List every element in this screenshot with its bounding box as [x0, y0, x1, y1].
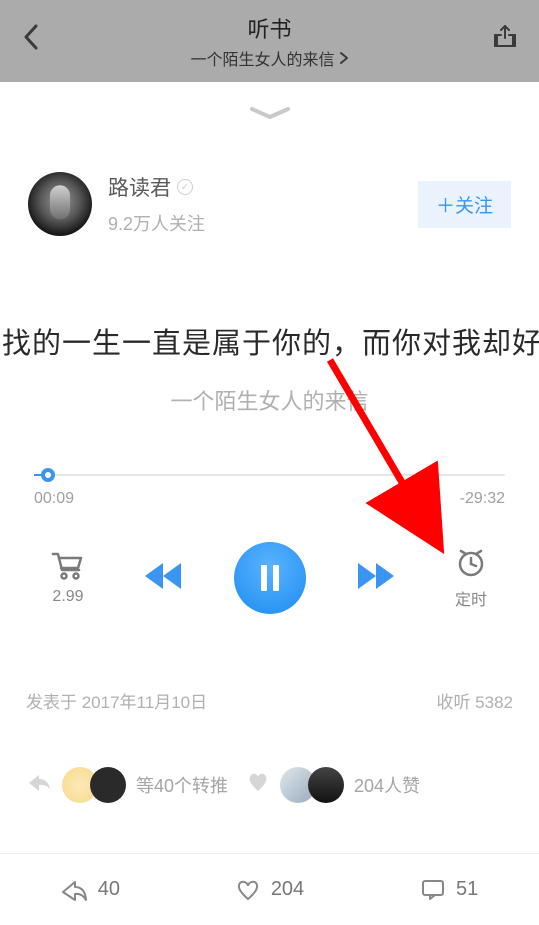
repost-count[interactable]: 等40个转推 [136, 772, 228, 798]
pause-icon [258, 563, 282, 593]
heart-icon[interactable] [246, 771, 270, 799]
nav-subtitle-row[interactable]: 一个陌生女人的来信 [190, 46, 348, 70]
heart-outline-icon [235, 878, 261, 902]
share-button[interactable] [491, 22, 519, 55]
bottom-like-count: 204 [271, 878, 304, 901]
follow-label: 关注 [455, 196, 493, 217]
chevron-down-icon [246, 106, 294, 120]
purchase-button[interactable]: 2.99 [42, 550, 94, 606]
track-subtitle: 一个陌生女人的来信 [0, 384, 539, 416]
nav-subtitle: 一个陌生女人的来信 [190, 46, 334, 70]
forward-button[interactable] [352, 559, 398, 598]
like-count[interactable]: 204人赞 [354, 772, 420, 798]
share-icon [491, 22, 519, 50]
chevron-left-icon [20, 22, 42, 52]
bottom-bar: 40 204 51 [0, 853, 539, 925]
repost-icon[interactable] [26, 771, 52, 799]
author-row: 路读君 ✓ 9.2万人关注 ＋关注 [0, 150, 539, 236]
bottom-comment[interactable]: 51 [359, 854, 539, 925]
rewind-icon [141, 559, 187, 593]
price-label: 2.99 [52, 588, 83, 606]
play-count: 收听 5382 [436, 688, 513, 713]
cart-icon [51, 550, 85, 580]
player-sheet: 路读君 ✓ 9.2万人关注 ＋关注 找的一生一直是属于你的，而你对我却好 一个陌… [0, 82, 539, 925]
clock-icon [454, 546, 488, 578]
nav-title: 听书 [190, 12, 348, 44]
author-avatar[interactable] [28, 172, 92, 236]
plus-icon: ＋ [436, 196, 455, 217]
back-button[interactable] [20, 22, 42, 57]
social-row: 等40个转推 204人赞 [0, 767, 539, 803]
share-arrow-icon [60, 878, 88, 902]
top-nav: 听书 一个陌生女人的来信 [0, 0, 539, 82]
track-title: 找的一生一直是属于你的，而你对我却好 [0, 320, 539, 362]
chevron-right-icon [339, 51, 349, 65]
rewind-button[interactable] [141, 559, 187, 598]
time-remaining: -29:32 [460, 490, 505, 508]
comment-icon [420, 878, 446, 902]
progress-thumb[interactable] [41, 468, 55, 482]
pause-button[interactable] [234, 542, 306, 614]
verified-icon: ✓ [177, 179, 193, 195]
time-elapsed: 00:09 [34, 490, 74, 508]
publish-date: 发表于 2017年11月10日 [26, 688, 207, 713]
author-name[interactable]: 路读君 [108, 172, 171, 202]
bottom-share-count: 40 [98, 878, 120, 901]
like-avatar[interactable] [308, 767, 344, 803]
repost-avatar[interactable] [90, 767, 126, 803]
timer-label: 定时 [455, 586, 487, 610]
bottom-share[interactable]: 40 [0, 854, 180, 925]
forward-icon [352, 559, 398, 593]
progress-bar[interactable] [34, 474, 505, 476]
author-followers: 9.2万人关注 [108, 210, 418, 236]
drag-handle[interactable] [0, 106, 539, 120]
bottom-comment-count: 51 [456, 878, 478, 901]
bottom-like[interactable]: 204 [180, 854, 360, 925]
follow-button[interactable]: ＋关注 [418, 181, 511, 228]
timer-button[interactable]: 定时 [445, 546, 497, 610]
